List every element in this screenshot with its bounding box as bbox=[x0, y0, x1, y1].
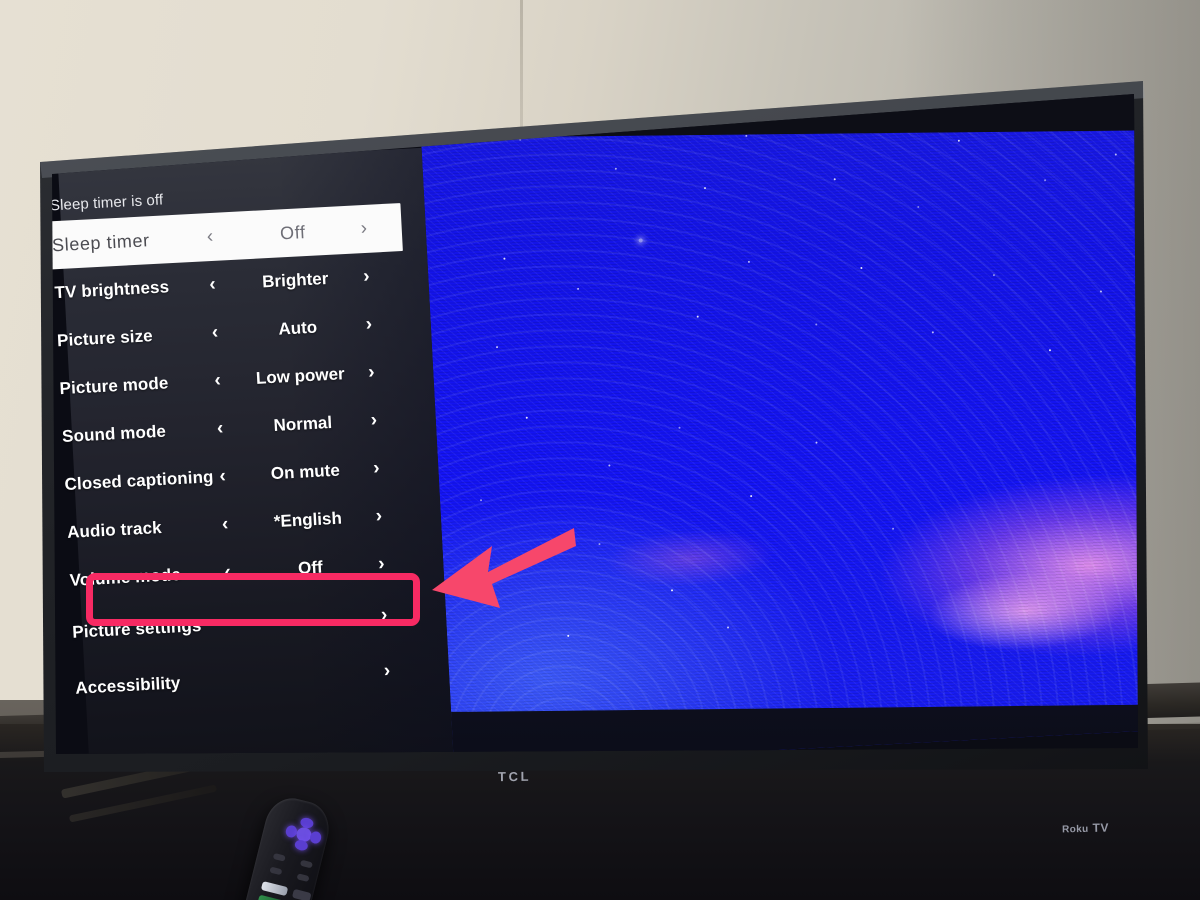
pointer-arrow-icon bbox=[432, 528, 576, 608]
chevron-right-icon[interactable]: › bbox=[383, 660, 390, 682]
option-label: TV brightness bbox=[54, 277, 170, 303]
video-playback-area bbox=[419, 94, 1138, 754]
video-star-speck bbox=[815, 441, 818, 444]
scanline-overlay bbox=[419, 94, 1138, 754]
video-star-speck bbox=[1148, 96, 1150, 98]
tv-photo-scene: Options Sleep timer is off Sleep timer ‹ O… bbox=[0, 0, 1200, 900]
video-star-speck bbox=[1048, 349, 1052, 352]
video-star-speck bbox=[696, 315, 699, 318]
video-star-speck bbox=[554, 108, 557, 111]
video-star-speck bbox=[917, 205, 920, 208]
remote-dpad[interactable] bbox=[282, 814, 325, 856]
video-star-speck bbox=[815, 323, 818, 326]
video-star-speck bbox=[747, 260, 750, 263]
video-star-speck bbox=[577, 287, 580, 290]
chevron-right-icon[interactable]: › bbox=[365, 314, 372, 336]
video-star-speck bbox=[567, 634, 570, 637]
option-label: Sleep timer bbox=[51, 229, 151, 255]
video-star-speck bbox=[931, 331, 934, 334]
option-value: Brighter bbox=[261, 268, 329, 292]
chevron-left-icon[interactable]: ‹ bbox=[214, 370, 221, 392]
chevron-right-icon[interactable]: › bbox=[373, 458, 380, 480]
video-star-speck bbox=[495, 346, 499, 349]
remote-channel-shortcut-3[interactable] bbox=[291, 888, 312, 900]
video-star-speck bbox=[1150, 360, 1152, 362]
option-label: Closed captioning bbox=[64, 467, 214, 494]
option-value: Auto bbox=[277, 317, 318, 339]
chevron-right-icon[interactable]: › bbox=[360, 218, 367, 240]
video-star-speck bbox=[670, 589, 674, 592]
video-star-speck bbox=[860, 266, 863, 270]
remote-home-button[interactable] bbox=[299, 859, 313, 869]
television: Options Sleep timer is off Sleep timer ‹ O… bbox=[28, 72, 1153, 772]
starfield bbox=[479, 94, 1117, 637]
remote-replay-button[interactable] bbox=[269, 866, 283, 876]
chevron-left-icon[interactable]: ‹ bbox=[209, 274, 216, 296]
chevron-left-icon[interactable]: ‹ bbox=[216, 418, 223, 440]
option-value: Off bbox=[279, 221, 306, 243]
option-value: *English bbox=[273, 508, 343, 532]
option-value: Normal bbox=[273, 412, 333, 435]
video-star-speck bbox=[678, 426, 681, 429]
video-frame-image bbox=[419, 94, 1138, 754]
video-star-speck bbox=[992, 274, 996, 277]
tcl-logo: TCL bbox=[497, 768, 532, 785]
option-label: Accessibility bbox=[74, 673, 181, 698]
video-star-speck bbox=[833, 178, 836, 181]
option-label: Audio track bbox=[66, 517, 163, 542]
remote-options-button[interactable] bbox=[296, 873, 310, 883]
tv-logo-text: TV bbox=[1092, 820, 1110, 835]
tv-screen: Options Sleep timer is off Sleep timer ‹ O… bbox=[51, 94, 1138, 754]
remote-back-button[interactable] bbox=[272, 852, 286, 862]
screen-content: Options Sleep timer is off Sleep timer ‹ O… bbox=[51, 94, 1138, 754]
video-star-speck bbox=[1099, 290, 1103, 293]
roku-logo-text: Roku bbox=[1061, 823, 1089, 836]
video-star-speck bbox=[957, 139, 960, 142]
roku-tv-logo: Roku TV bbox=[1062, 821, 1109, 836]
video-star-speck bbox=[791, 94, 794, 95]
dpad-right-button[interactable] bbox=[308, 830, 323, 845]
chevron-left-icon[interactable]: ‹ bbox=[211, 322, 218, 344]
chevron-right-icon[interactable]: › bbox=[363, 266, 370, 288]
video-star-speck bbox=[750, 495, 753, 498]
video-star-speck bbox=[1114, 153, 1117, 156]
option-label: Sound mode bbox=[61, 421, 167, 447]
video-star-speck bbox=[608, 464, 611, 467]
option-label: Picture size bbox=[56, 326, 154, 351]
chevron-right-icon[interactable]: › bbox=[368, 362, 375, 384]
video-star-speck bbox=[1044, 179, 1047, 182]
chevron-right-icon[interactable]: › bbox=[370, 410, 377, 432]
chevron-left-icon[interactable]: ‹ bbox=[219, 466, 226, 488]
video-star-speck bbox=[892, 527, 895, 530]
option-value: On mute bbox=[270, 460, 341, 484]
remote-channel-shortcut-2[interactable] bbox=[257, 894, 285, 900]
closed-captioning-highlight-box bbox=[86, 573, 420, 626]
video-star-speck bbox=[598, 543, 601, 546]
video-star-speck bbox=[745, 134, 748, 137]
chevron-left-icon[interactable]: ‹ bbox=[206, 226, 213, 248]
video-star-speck bbox=[479, 499, 483, 502]
video-star-speck bbox=[503, 257, 506, 260]
video-star-speck bbox=[668, 112, 671, 115]
options-row-list: Sleep timer ‹ Off › TV brightness ‹ Brighter › P… bbox=[51, 202, 450, 719]
video-star-speck bbox=[726, 626, 730, 629]
option-value: Low power bbox=[255, 364, 346, 388]
video-star-speck bbox=[703, 187, 707, 190]
option-label: Picture mode bbox=[59, 373, 169, 399]
video-star-speck bbox=[525, 416, 528, 419]
remote-channel-shortcut-1[interactable] bbox=[260, 881, 289, 897]
video-star-speck bbox=[614, 167, 617, 170]
chevron-right-icon[interactable]: › bbox=[375, 505, 382, 527]
chevron-left-icon[interactable]: ‹ bbox=[221, 514, 228, 536]
